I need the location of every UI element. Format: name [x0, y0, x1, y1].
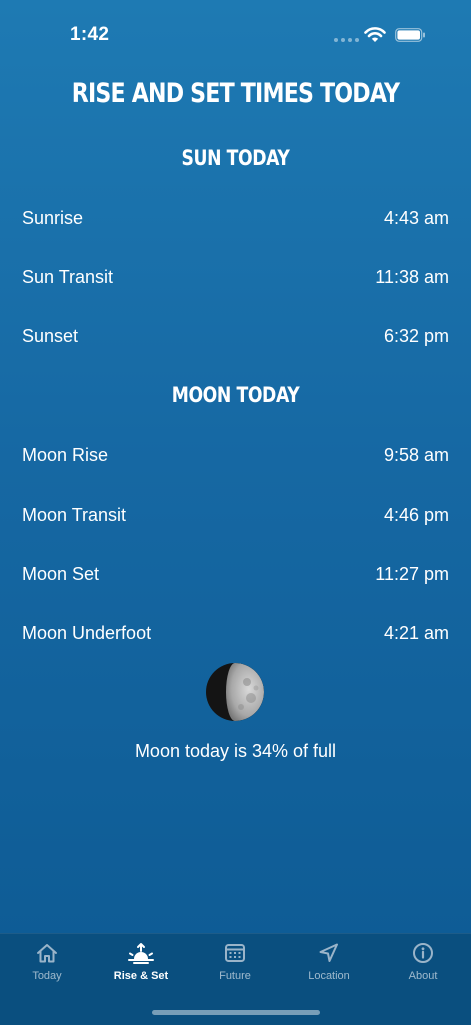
- location-arrow-icon: [319, 943, 338, 962]
- moon-transit-label: Moon Transit: [22, 504, 127, 525]
- sun-transit-label: Sun Transit: [22, 266, 114, 287]
- sunrise-label: Sunrise: [22, 207, 84, 228]
- tab-about-label: About: [408, 970, 438, 982]
- moon-set-row: Moon Set 11:27 pm: [22, 561, 449, 587]
- sun-section-title: SUN TODAY: [181, 146, 290, 170]
- moon-underfoot-time: 4:21 am: [383, 622, 449, 643]
- tab-about[interactable]: About: [376, 942, 470, 982]
- info-icon: [413, 943, 433, 963]
- tab-future-label: Future: [219, 970, 251, 982]
- moon-rise-time: 9:58 am: [383, 444, 449, 465]
- moon-set-label: Moon Set: [22, 563, 100, 584]
- tab-location-label: Location: [308, 970, 350, 982]
- sunset-time: 6:32 pm: [383, 325, 449, 346]
- moon-underfoot-row: Moon Underfoot 4:21 am: [22, 620, 449, 646]
- sunrise-icon: [128, 943, 154, 964]
- sunset-row: Sunset 6:32 pm: [22, 323, 449, 349]
- moon-rise-label: Moon Rise: [22, 444, 109, 465]
- tab-today[interactable]: Today: [0, 942, 94, 982]
- home-indicator[interactable]: [152, 1010, 320, 1015]
- sun-transit-row: Sun Transit 11:38 am: [22, 264, 449, 290]
- moon-set-time: 11:27 pm: [375, 563, 449, 584]
- page-title: RISE AND SET TIMES TODAY: [71, 78, 400, 109]
- moon-illumination-caption: Moon today is 34% of full: [134, 741, 337, 761]
- wifi-icon: [364, 27, 386, 42]
- moon-section-title: MOON TODAY: [171, 383, 300, 407]
- sunset-label: Sunset: [22, 325, 79, 346]
- signal-dots-icon: [334, 38, 359, 42]
- sun-transit-time: 11:38 am: [375, 266, 449, 287]
- moon-phase-image: [206, 663, 264, 721]
- tab-future[interactable]: Future: [188, 942, 282, 982]
- calendar-icon: [225, 944, 245, 962]
- status-bar: 1:42: [0, 0, 471, 70]
- tab-today-label: Today: [32, 970, 62, 982]
- battery-icon: [395, 28, 425, 42]
- status-time: 1:42: [70, 24, 110, 45]
- sunrise-row: Sunrise 4:43 am: [22, 205, 449, 231]
- sunrise-time: 4:43 am: [383, 207, 449, 228]
- home-icon: [37, 944, 57, 963]
- tab-rise-set-label: Rise & Set: [113, 970, 169, 982]
- moon-rise-row: Moon Rise 9:58 am: [22, 442, 449, 468]
- moon-transit-time: 4:46 pm: [383, 504, 449, 525]
- tab-location[interactable]: Location: [282, 942, 376, 982]
- moon-underfoot-label: Moon Underfoot: [22, 622, 152, 643]
- tab-rise-set[interactable]: Rise & Set: [94, 942, 188, 982]
- moon-transit-row: Moon Transit 4:46 pm: [22, 502, 449, 528]
